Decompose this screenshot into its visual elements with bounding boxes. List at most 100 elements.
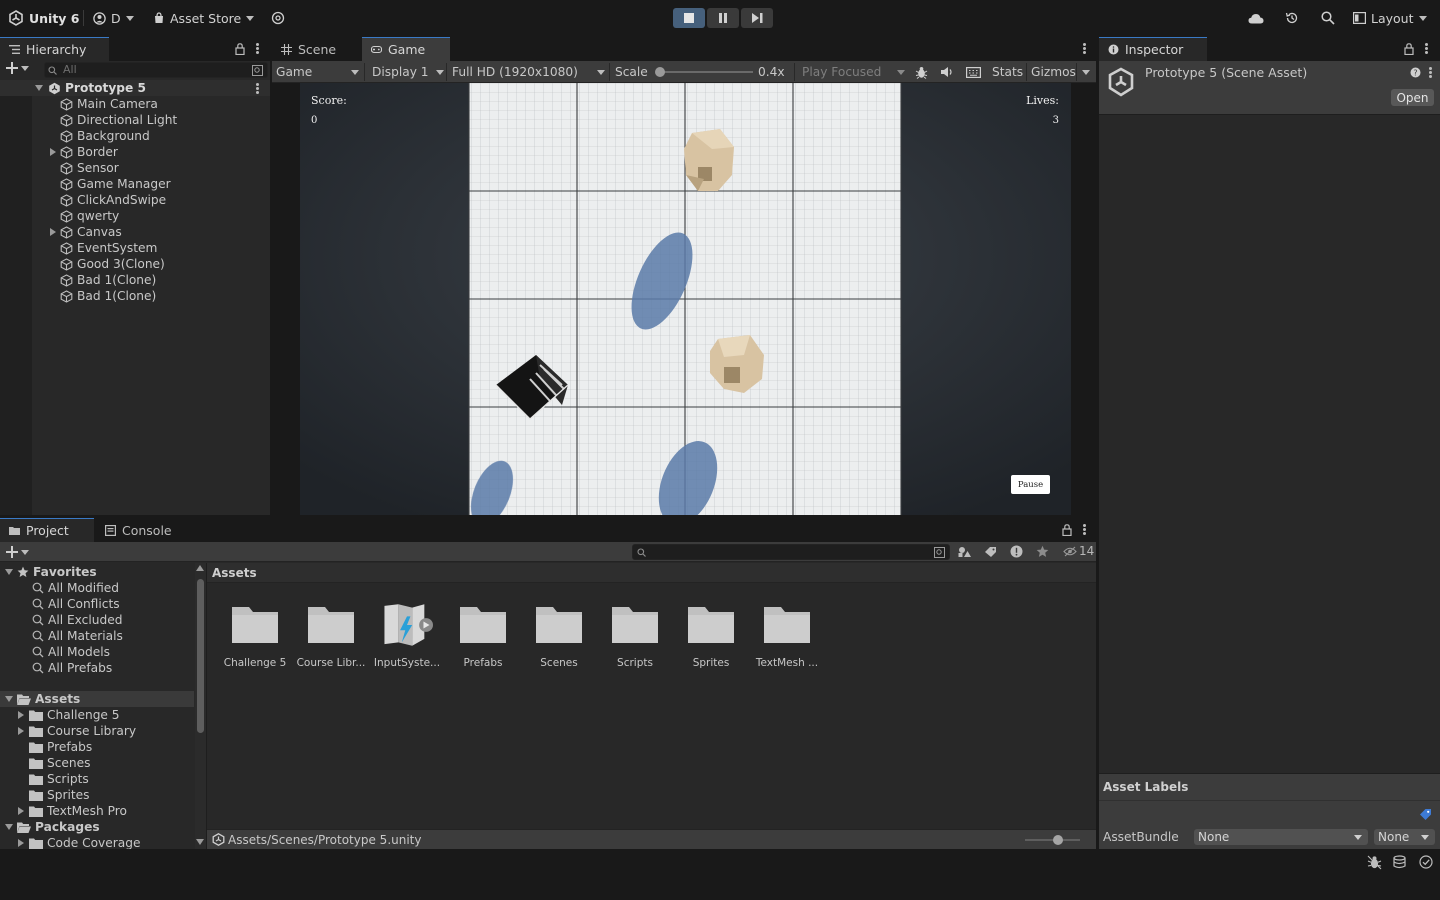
play-focused-dropdown[interactable]: Play Focused bbox=[802, 61, 905, 83]
tab-game[interactable]: Game bbox=[362, 37, 450, 61]
game-pause-button[interactable]: Pause bbox=[1011, 475, 1050, 494]
chevron-right-icon[interactable] bbox=[18, 839, 24, 847]
asset-folder-item[interactable]: Sprites bbox=[0, 787, 194, 803]
game-render-area[interactable]: Score: 0 Lives: 3 Pause bbox=[300, 83, 1071, 515]
asset-file-tile[interactable]: InputSyste... bbox=[369, 599, 445, 669]
asset-folder-item[interactable]: Course Library bbox=[0, 723, 194, 739]
asset-folder-item[interactable]: Scripts bbox=[0, 771, 194, 787]
label-tag-icon[interactable] bbox=[1419, 808, 1432, 821]
search-button[interactable] bbox=[1321, 0, 1335, 36]
version-control-button[interactable] bbox=[271, 0, 285, 36]
search-options-icon[interactable] bbox=[252, 65, 263, 76]
tab-inspector[interactable]: Inspector bbox=[1099, 37, 1207, 61]
hierarchy-item[interactable]: Game Manager bbox=[0, 176, 270, 192]
play-button[interactable] bbox=[673, 8, 705, 28]
favorite-item[interactable]: All Excluded bbox=[0, 612, 194, 628]
hierarchy-item[interactable]: Canvas bbox=[0, 224, 270, 240]
assetbundle-dropdown[interactable]: None bbox=[1194, 829, 1368, 845]
project-tree-scrollbar[interactable] bbox=[195, 563, 206, 849]
help-icon[interactable]: ? bbox=[1410, 67, 1421, 78]
tab-console[interactable]: Console bbox=[96, 518, 182, 542]
create-asset-button[interactable] bbox=[6, 546, 29, 558]
icon-size-slider[interactable] bbox=[1025, 835, 1080, 845]
cache-server-icon[interactable] bbox=[1393, 855, 1408, 870]
lock-icon[interactable] bbox=[1062, 524, 1072, 536]
hierarchy-item[interactable]: Bad 1(Clone) bbox=[0, 288, 270, 304]
scale-slider[interactable] bbox=[654, 67, 753, 77]
tab-scene[interactable]: Scene bbox=[272, 37, 360, 61]
asset-folder-tile[interactable]: Prefabs bbox=[445, 599, 521, 669]
panel-menu-icon[interactable] bbox=[1083, 524, 1086, 535]
favorite-item[interactable]: All Conflicts bbox=[0, 596, 194, 612]
open-button[interactable]: Open bbox=[1391, 89, 1434, 106]
display-dropdown[interactable]: Display 1 bbox=[372, 61, 444, 83]
favorite-item[interactable]: All Prefabs bbox=[0, 660, 194, 676]
debug-mode-icon[interactable] bbox=[1367, 855, 1382, 870]
asset-store-dropdown[interactable]: Asset Store bbox=[153, 0, 255, 36]
chevron-down-icon[interactable] bbox=[35, 85, 43, 91]
hierarchy-search-input[interactable]: All bbox=[44, 62, 268, 78]
hierarchy-item[interactable]: Bad 1(Clone) bbox=[0, 272, 270, 288]
stats-button[interactable]: Stats bbox=[992, 61, 1023, 83]
search-options-icon[interactable] bbox=[934, 547, 945, 558]
resolution-dropdown[interactable]: Full HD (1920x1080) bbox=[452, 61, 605, 83]
game-mode-dropdown[interactable]: Game bbox=[276, 61, 362, 83]
chevron-right-icon[interactable] bbox=[50, 148, 56, 156]
asset-folder-tile[interactable]: TextMesh ... bbox=[749, 599, 825, 669]
account-dropdown[interactable]: D bbox=[93, 0, 134, 36]
scene-menu-icon[interactable] bbox=[256, 83, 259, 94]
step-button[interactable] bbox=[741, 8, 773, 28]
assetbundle-variant-dropdown[interactable]: None bbox=[1374, 829, 1435, 845]
scrollbar-thumb[interactable] bbox=[197, 579, 204, 733]
asset-folder-item[interactable]: TextMesh Pro bbox=[0, 803, 194, 819]
hierarchy-item[interactable]: Border bbox=[0, 144, 270, 160]
icon-size-thumb[interactable] bbox=[1053, 835, 1063, 845]
shortcuts-toggle[interactable] bbox=[966, 61, 981, 83]
chevron-right-icon[interactable] bbox=[18, 727, 24, 735]
check-progress-icon[interactable] bbox=[1419, 855, 1433, 869]
scale-slider-thumb[interactable] bbox=[654, 67, 665, 77]
favorite-item[interactable]: All Modified bbox=[0, 580, 194, 596]
lock-icon[interactable] bbox=[235, 43, 245, 55]
hierarchy-item[interactable]: Directional Light bbox=[0, 112, 270, 128]
lock-icon[interactable] bbox=[1404, 43, 1414, 55]
panel-menu-icon[interactable] bbox=[1083, 43, 1086, 54]
project-search-input[interactable] bbox=[632, 544, 950, 560]
unity-menu-button[interactable]: Unity 6 bbox=[8, 0, 80, 36]
hierarchy-item[interactable]: EventSystem bbox=[0, 240, 270, 256]
chevron-right-icon[interactable] bbox=[18, 807, 24, 815]
hierarchy-item[interactable]: Good 3(Clone) bbox=[0, 256, 270, 272]
scene-row[interactable]: Prototype 5 bbox=[0, 80, 270, 96]
chevron-right-icon[interactable] bbox=[18, 711, 24, 719]
mute-audio-toggle[interactable] bbox=[940, 61, 954, 83]
chevron-right-icon[interactable] bbox=[50, 228, 56, 236]
packages-root[interactable]: Packages bbox=[0, 819, 194, 835]
cloud-button[interactable] bbox=[1248, 0, 1264, 36]
tab-hierarchy[interactable]: Hierarchy bbox=[0, 37, 109, 61]
package-folder-item[interactable]: Code Coverage bbox=[0, 835, 194, 849]
undo-history-button[interactable] bbox=[1285, 0, 1299, 36]
panel-menu-icon[interactable] bbox=[1425, 43, 1428, 54]
create-button[interactable] bbox=[6, 62, 29, 74]
asset-folder-tile[interactable]: Sprites bbox=[673, 599, 749, 669]
asset-folder-tile[interactable]: Scenes bbox=[521, 599, 597, 669]
filter-by-label-icon[interactable] bbox=[984, 546, 997, 558]
favorites-root[interactable]: Favorites bbox=[0, 564, 194, 580]
hierarchy-item[interactable]: Background bbox=[0, 128, 270, 144]
filter-by-type-icon[interactable] bbox=[958, 546, 971, 558]
hierarchy-item[interactable]: qwerty bbox=[0, 208, 270, 224]
hidden-packages-toggle[interactable]: 14 bbox=[1063, 544, 1094, 558]
hierarchy-item[interactable]: Main Camera bbox=[0, 96, 270, 112]
assets-root[interactable]: Assets bbox=[0, 691, 194, 707]
chevron-down-icon[interactable] bbox=[5, 824, 13, 830]
chevron-down-icon[interactable] bbox=[5, 569, 13, 575]
asset-labels-header[interactable]: Asset Labels bbox=[1099, 774, 1440, 800]
asset-folder-tile[interactable]: Challenge 5 bbox=[217, 599, 293, 669]
breadcrumb-assets[interactable]: Assets bbox=[212, 566, 257, 580]
panel-menu-icon[interactable] bbox=[256, 43, 259, 54]
asset-folder-item[interactable]: Challenge 5 bbox=[0, 707, 194, 723]
asset-folder-tile[interactable]: Scripts bbox=[597, 599, 673, 669]
chevron-down-icon[interactable] bbox=[5, 696, 13, 702]
asset-folder-item[interactable]: Prefabs bbox=[0, 739, 194, 755]
hierarchy-item[interactable]: Sensor bbox=[0, 160, 270, 176]
